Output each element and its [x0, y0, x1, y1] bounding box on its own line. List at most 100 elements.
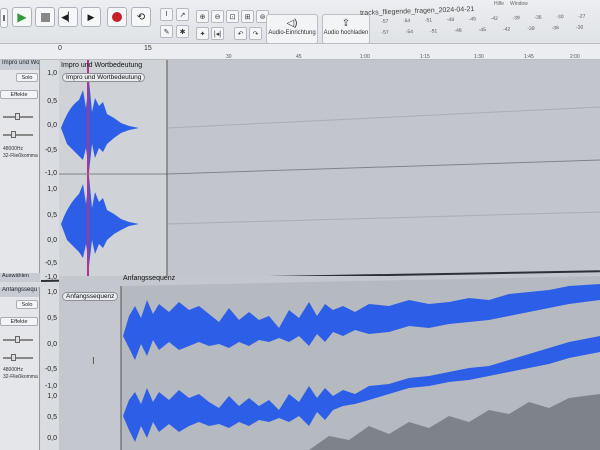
sample-rate-label: 48000Hz: [3, 146, 24, 152]
multi-tool-icon[interactable]: ✱: [176, 25, 189, 38]
sample-format-label: 32-Fließkomma: [3, 374, 38, 380]
meter-tick: -54: [402, 18, 411, 25]
trim-icon[interactable]: ✦: [196, 27, 209, 40]
track-name[interactable]: Anfangssequ: [0, 287, 39, 297]
effects-button[interactable]: Effekte: [0, 317, 38, 326]
meter-tick: -39: [512, 15, 520, 22]
meter-tick: -45: [468, 16, 477, 23]
vertical-scale[interactable]: 1,0 0,5 0,0 -0,5 -1,0 1,0 0,5 0,0: [41, 287, 59, 450]
redo-icon[interactable]: ↷: [249, 27, 262, 40]
track-name[interactable]: Impro und Wor: [0, 60, 39, 70]
gain-slider[interactable]: [3, 336, 33, 343]
zoom-in-icon[interactable]: ⊕: [196, 10, 209, 23]
zoom-selection-icon[interactable]: ⊡: [226, 10, 239, 23]
clip-title[interactable]: Anfangssequenz: [123, 275, 175, 282]
audio-setup-button[interactable]: ◁) Audio-Einrichtung: [266, 14, 318, 44]
meter-tick: -57: [381, 29, 389, 36]
pan-slider-knob[interactable]: [11, 131, 16, 138]
selection-tool-icon[interactable]: I: [160, 8, 173, 21]
record-icon: [112, 12, 122, 22]
pan-slider-knob[interactable]: [11, 354, 16, 361]
scale-label: 1,0: [47, 70, 57, 77]
stop-button[interactable]: [35, 7, 55, 27]
scale-label: 1,0: [47, 393, 57, 400]
track-control-panel: Anfangssequ Solo Effekte 48000Hz 32-Flie…: [0, 287, 40, 450]
solo-button[interactable]: Solo: [16, 300, 38, 309]
clip-body[interactable]: [59, 60, 167, 282]
scale-label: 0,0: [47, 341, 57, 348]
scale-label: -1,0: [44, 170, 57, 177]
record-button[interactable]: [107, 7, 127, 27]
meter-tick: -57: [381, 18, 389, 25]
meter-tick: -30: [575, 24, 584, 31]
waveform-svg: [120, 276, 600, 450]
gain-slider-knob[interactable]: [15, 336, 20, 343]
effects-button[interactable]: Effekte: [0, 90, 38, 99]
clip-label-pill[interactable]: Anfangssequenz: [62, 292, 119, 301]
pan-slider[interactable]: [3, 131, 33, 138]
meter-tick: -36: [551, 25, 559, 32]
meter-tick: -48: [454, 27, 462, 34]
toolbar: ‖ ▶ ◀▏ ▶ ⟲ I ↗ ✎ ✱ ⊕ ⊖ ⊡ ⊞ ⊚ ✦ |◂| ↶ ↷ ◁…: [0, 0, 600, 44]
skip-start-button[interactable]: ◀▏: [58, 7, 78, 27]
audacity-window: ‖ ▶ ◀▏ ▶ ⟲ I ↗ ✎ ✱ ⊕ ⊖ ⊡ ⊞ ⊚ ✦ |◂| ↶ ↷ ◁…: [0, 0, 600, 450]
undo-icon[interactable]: ↶: [234, 27, 247, 40]
meter-tick: -30: [556, 14, 564, 21]
scale-label: 0,0: [47, 435, 57, 442]
timeline-ruler[interactable]: 0 15 30 45 1:00 1:15 1:30 1:45 2:00: [0, 44, 600, 60]
clip-label-pill[interactable]: Impro und Wortbedeutung: [62, 73, 146, 82]
envelope-tool-icon[interactable]: ↗: [176, 8, 189, 21]
audio-share-button[interactable]: ⇪ Audio hochladen: [322, 14, 370, 44]
play-icon: ▶: [17, 10, 27, 24]
scale-label: -1,0: [44, 383, 57, 390]
clip-title[interactable]: Impro und Wortbedeutung: [61, 62, 142, 69]
meter-tick: -54: [405, 29, 414, 36]
meter-tick: -48: [446, 16, 455, 24]
gain-slider-knob[interactable]: [15, 113, 20, 120]
draw-tool-icon[interactable]: ✎: [160, 25, 173, 38]
track-waveform-area[interactable]: Anfangssequenz Anfangssequenz I: [59, 275, 600, 450]
ruler-label: 0: [58, 45, 62, 52]
audio-share-label: Audio hochladen: [323, 30, 369, 36]
pan-slider[interactable]: [3, 354, 33, 361]
menu-window[interactable]: Window: [510, 1, 528, 7]
select-button[interactable]: Auswählen: [0, 273, 40, 282]
meter-row-record: -57 -54 -51 -48 -45 -42 -39 -36 -30: [381, 24, 600, 38]
stop-icon: [40, 12, 50, 22]
scale-label: 1,0: [47, 186, 57, 193]
empty-region: [167, 60, 600, 282]
vertical-scale[interactable]: 1,0 0,5 0,0 -0,5 -1,0 1,0 0,5 0,0 -0,5 -…: [41, 60, 59, 282]
loop-icon: ⟲: [136, 11, 146, 23]
track-control-panel: Impro und Wor Solo Effekte 48000Hz 32-Fl…: [0, 60, 40, 282]
meter-tick: -36: [534, 14, 542, 21]
scale-label: 0,0: [47, 122, 57, 129]
scale-label: 0,5: [47, 414, 57, 421]
audio-setup-label: Audio-Einrichtung: [268, 30, 316, 36]
ruler-label: 15: [144, 45, 152, 52]
silence-icon[interactable]: |◂|: [211, 27, 224, 40]
skip-end-icon: ▶: [87, 11, 95, 22]
waveform-svg: [59, 60, 600, 282]
track-waveform-area[interactable]: Impro und Wortbedeutung Impro und Wortbe…: [59, 60, 600, 282]
solo-button[interactable]: Solo: [16, 73, 38, 82]
gain-slider[interactable]: [3, 113, 33, 120]
menu-help[interactable]: Hilfe: [494, 1, 504, 7]
meter-tick: -42: [502, 26, 511, 33]
sample-rate-label: 48000Hz: [3, 367, 24, 373]
scale-label: 0,0: [47, 237, 57, 244]
loop-button[interactable]: ⟲: [131, 7, 151, 27]
pause-button[interactable]: ‖: [0, 8, 8, 28]
scale-label: 0,5: [47, 315, 57, 322]
zoom-fit-icon[interactable]: ⊞: [241, 10, 254, 23]
zoom-out-icon[interactable]: ⊖: [211, 10, 224, 23]
meter-tick: -51: [424, 17, 433, 24]
meter-tick: -39: [527, 25, 535, 33]
meter-tick: -51: [430, 28, 438, 35]
text-cursor-icon: I: [92, 356, 95, 367]
play-button[interactable]: ▶: [12, 7, 32, 27]
scale-label: 0,5: [47, 98, 57, 105]
scale-label: -0,5: [44, 147, 57, 154]
skip-end-button[interactable]: ▶: [81, 7, 101, 27]
meter-tick: -45: [478, 27, 487, 34]
speaker-icon: ◁): [286, 18, 298, 29]
